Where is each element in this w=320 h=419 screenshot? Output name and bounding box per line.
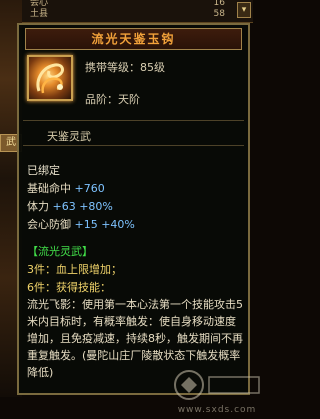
item-hook-icon <box>27 55 73 101</box>
item-subname: 天鉴灵武 <box>47 130 91 143</box>
bg-stat-row: 土县 58 <box>30 9 225 19</box>
scroll-down-icon[interactable]: ▾ <box>237 2 251 18</box>
set-name: 【流光灵武】 <box>27 245 93 258</box>
background-stat-list: 会心 16 土县 58 ▾ <box>22 0 253 23</box>
bound-status: 已绑定 <box>27 164 60 177</box>
stat-row: 会心防御 +15 +40% <box>27 218 135 231</box>
item-tooltip: 流光天鉴玉钩 携带等级：85级 品阶：天阶 天鉴灵武 已绑定 基础命中 +760… <box>17 23 260 415</box>
hook-weapon-icon <box>36 63 64 94</box>
site-watermark: www.sxds.com <box>169 365 265 419</box>
stat-row: 体力 +63 +80% <box>27 200 113 213</box>
bg-stat-row: 会心 16 <box>30 0 225 8</box>
item-title: 流光天鉴玉钩 <box>25 28 242 50</box>
carry-level: 携带等级：85级 <box>85 61 165 74</box>
divider <box>23 120 244 121</box>
divider <box>23 145 244 146</box>
set-bonus-3: 3件：血上限增加； <box>27 263 122 276</box>
set-bonus-6: 6件：获得技能： <box>27 281 111 294</box>
watermark-logo-icon <box>174 370 260 400</box>
stat-row: 基础命中 +760 <box>27 182 105 195</box>
quality: 品阶：天阶 <box>85 93 140 106</box>
